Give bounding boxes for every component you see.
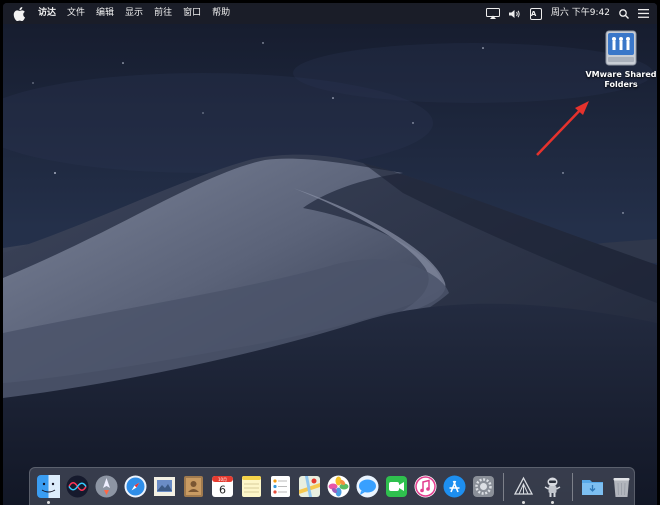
red-annotation-arrow <box>536 101 589 156</box>
menu-bar-status-area: A 周六 下午9:42 <box>485 3 649 24</box>
dock-downloads-folder-icon[interactable] <box>581 475 604 498</box>
volume-icon[interactable] <box>508 9 521 19</box>
dock-photos-icon[interactable] <box>327 475 350 498</box>
network-drive-icon <box>605 30 637 66</box>
dock-app-store-icon[interactable] <box>443 475 466 498</box>
dock-automator-icon[interactable] <box>541 475 564 504</box>
spotlight-search-icon[interactable] <box>619 8 629 19</box>
running-indicator <box>47 501 50 504</box>
dock-notes-icon[interactable] <box>240 475 263 498</box>
dock-contacts-icon[interactable] <box>182 475 205 498</box>
dock-separator <box>572 472 573 501</box>
dock-facetime-icon[interactable] <box>385 475 408 498</box>
dock-trash-icon[interactable] <box>610 475 633 498</box>
dock-separator <box>503 472 504 501</box>
calendar-month-text: 10月 <box>218 477 227 482</box>
dock-reminders-icon[interactable] <box>269 475 292 498</box>
menu-view[interactable]: 显示 <box>125 3 143 24</box>
notification-center-icon[interactable] <box>638 9 649 18</box>
dock-system-preferences-icon[interactable] <box>472 475 495 498</box>
dock-messages-icon[interactable] <box>356 475 379 498</box>
vmware-shared-folders-desktop-icon[interactable]: VMware Shared Folders <box>581 29 657 90</box>
apple-menu-icon[interactable] <box>13 6 26 21</box>
menu-edit[interactable]: 编辑 <box>96 3 114 24</box>
dock-itunes-icon[interactable] <box>414 475 437 498</box>
dock-launchpad-icon[interactable] <box>95 475 118 498</box>
menu-window[interactable]: 窗口 <box>183 3 201 24</box>
menu-bar-clock[interactable]: 周六 下午9:42 <box>551 3 610 24</box>
dock-siri-icon[interactable] <box>66 475 89 498</box>
wallpaper-mojave-dunes <box>3 3 657 505</box>
dock-maps-icon[interactable] <box>298 475 321 498</box>
menu-go[interactable]: 前往 <box>154 3 172 24</box>
dock-calendar-icon[interactable]: 10月 6 <box>211 475 234 498</box>
menu-app-finder[interactable]: 访达 <box>38 3 56 24</box>
dock: 10月 6 <box>29 467 635 505</box>
airplay-display-icon[interactable] <box>485 8 500 19</box>
running-indicator <box>551 501 554 504</box>
running-indicator <box>522 501 525 504</box>
dock-mail-icon[interactable] <box>153 475 176 498</box>
calendar-day-text: 6 <box>219 484 226 497</box>
menu-bar: 访达 文件 编辑 显示 前往 窗口 帮助 A 周六 下午9:42 <box>3 3 657 24</box>
dock-safari-icon[interactable] <box>124 475 147 498</box>
menu-file[interactable]: 文件 <box>67 3 85 24</box>
menu-help[interactable]: 帮助 <box>212 3 230 24</box>
shared-folders-label: VMware Shared Folders <box>585 70 657 89</box>
desktop-screen: 访达 文件 编辑 显示 前往 窗口 帮助 A 周六 下午9:42 VMware … <box>3 3 657 505</box>
dock-finder-icon[interactable] <box>37 475 60 504</box>
dock-vmware-tools-icon[interactable] <box>512 475 535 504</box>
input-method-icon[interactable]: A <box>529 7 542 20</box>
